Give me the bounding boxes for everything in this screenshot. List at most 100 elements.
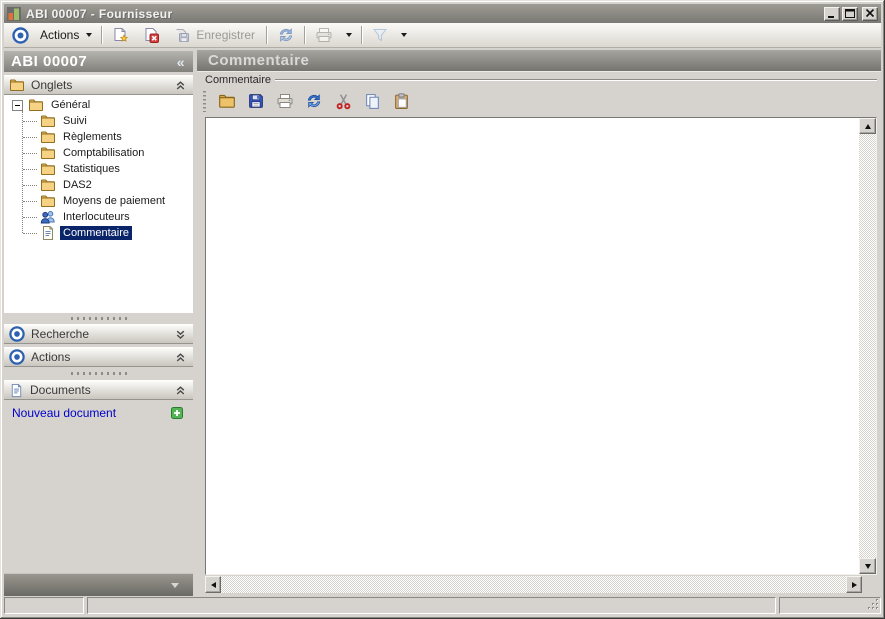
tree-item-das2[interactable]: DAS2 (4, 177, 193, 193)
printer-icon (276, 92, 294, 110)
main-panel: Commentaire Commentaire (197, 48, 881, 596)
printer-icon (315, 26, 333, 44)
bullseye-icon (12, 27, 29, 44)
folder-icon (9, 77, 25, 93)
save-icon (247, 92, 265, 110)
panel-label-onglets: Onglets (31, 78, 72, 92)
actions-menu-button[interactable]: Actions (31, 25, 96, 46)
cut-button[interactable] (333, 90, 353, 112)
groupbox-label: Commentaire (201, 74, 275, 86)
comment-toolbar (203, 88, 411, 114)
maximize-button[interactable] (842, 7, 858, 21)
save-button[interactable]: Enregistrer (170, 25, 261, 46)
new-document-row: Nouveau document (4, 400, 193, 422)
minimize-button[interactable] (824, 7, 840, 21)
panel-header-onglets[interactable]: Onglets (4, 75, 193, 95)
panel-label-documents: Documents (30, 383, 91, 397)
save-comment-button[interactable] (246, 90, 266, 112)
print-comment-button[interactable] (275, 90, 295, 112)
document-icon (40, 225, 56, 241)
window-title: ABI 00007 - Fournisseur (26, 7, 173, 21)
panel-header-recherche[interactable]: Recherche (4, 324, 193, 344)
sidebar-overflow-bar[interactable] (4, 573, 193, 596)
bullseye-icon (9, 349, 25, 365)
scroll-left-button[interactable] (205, 576, 221, 593)
delete-button[interactable] (139, 25, 164, 46)
vertical-scroll-track[interactable] (859, 134, 876, 558)
tree-item-commentaire[interactable]: Commentaire (4, 225, 193, 241)
tree-item-general[interactable]: Général (4, 97, 193, 113)
resize-grip[interactable] (867, 598, 880, 614)
copy-button[interactable] (362, 90, 382, 112)
tree-item-label: Comptabilisation (60, 146, 147, 160)
sidebar-title: ABI 00007 (11, 53, 87, 70)
folder-icon (40, 193, 56, 209)
print-options-button[interactable] (337, 25, 356, 46)
folder-icon (28, 97, 44, 113)
tree-item-moyens-de-paiement[interactable]: Moyens de paiement (4, 193, 193, 209)
horizontal-scroll-track[interactable] (221, 576, 846, 593)
panel-header-actions[interactable]: Actions (4, 347, 193, 367)
new-document-link[interactable]: Nouveau document (12, 406, 116, 420)
toolbar-separator (361, 26, 363, 44)
close-button[interactable] (862, 7, 878, 21)
status-panel-left (4, 597, 84, 614)
tree-item-comptabilisation[interactable]: Comptabilisation (4, 145, 193, 161)
delete-icon (143, 27, 160, 44)
folder-icon (40, 177, 56, 193)
tree-expand-toggle[interactable] (12, 100, 23, 111)
tree-item-label: Commentaire (60, 226, 132, 240)
tree-item-label: Statistiques (60, 162, 123, 176)
sidebar: ABI 00007 « Onglets Géné (4, 48, 193, 596)
folder-icon (40, 129, 56, 145)
open-button[interactable] (217, 90, 237, 112)
tree-item-suivi[interactable]: Suivi (4, 113, 193, 129)
toolbar-separator (304, 26, 306, 44)
app-window: ABI 00007 - Fournisseur Actions (0, 0, 885, 619)
tree-item-interlocuteurs[interactable]: Interlocuteurs (4, 209, 193, 225)
status-panel-center (87, 597, 776, 614)
tree-item-statistiques[interactable]: Statistiques (4, 161, 193, 177)
print-button[interactable] (311, 25, 337, 46)
splitter-handle[interactable] (4, 313, 193, 324)
scroll-right-button[interactable] (846, 576, 862, 593)
refresh-icon (277, 26, 295, 44)
filter-icon (372, 27, 388, 43)
actions-menu-label: Actions (40, 28, 79, 42)
refresh-button[interactable] (273, 25, 299, 46)
status-panel-right (779, 597, 881, 614)
filter-button[interactable] (368, 25, 392, 46)
tree-item-label: Interlocuteurs (60, 210, 133, 224)
chevron-down-icon (171, 583, 179, 588)
filter-options-button[interactable] (392, 25, 411, 46)
scroll-down-button[interactable] (859, 558, 876, 574)
save-icon (174, 27, 191, 44)
new-document-button[interactable] (108, 25, 133, 46)
scroll-up-button[interactable] (859, 118, 876, 134)
tree-item-reglements[interactable]: Règlements (4, 129, 193, 145)
comment-textarea[interactable] (207, 119, 858, 573)
title-bar: ABI 00007 - Fournisseur (4, 4, 881, 23)
paste-button[interactable] (391, 90, 411, 112)
panel-header-documents[interactable]: Documents (4, 380, 193, 400)
tree-item-label: Moyens de paiement (60, 194, 168, 208)
refresh-comment-button[interactable] (304, 90, 324, 112)
folder-icon (40, 161, 56, 177)
add-icon[interactable] (171, 407, 183, 419)
toolbar-grip[interactable] (203, 91, 206, 112)
toolbar-separator (266, 26, 268, 44)
sidebar-collapse-button[interactable]: « (177, 57, 185, 67)
folder-icon (40, 145, 56, 161)
panel-label-actions: Actions (31, 350, 70, 364)
bullseye-icon (9, 326, 25, 342)
save-button-label: Enregistrer (196, 28, 255, 42)
refresh-icon (305, 92, 323, 110)
chevron-down-icon (86, 33, 92, 37)
commentaire-groupbox: Commentaire (201, 73, 877, 86)
folder-icon (40, 113, 56, 129)
tree-item-label: Général (48, 98, 93, 112)
new-document-icon (112, 27, 129, 44)
splitter-handle[interactable] (4, 367, 193, 380)
cut-icon (335, 93, 352, 110)
main-toolbar: Actions Enregistrer (4, 23, 881, 48)
